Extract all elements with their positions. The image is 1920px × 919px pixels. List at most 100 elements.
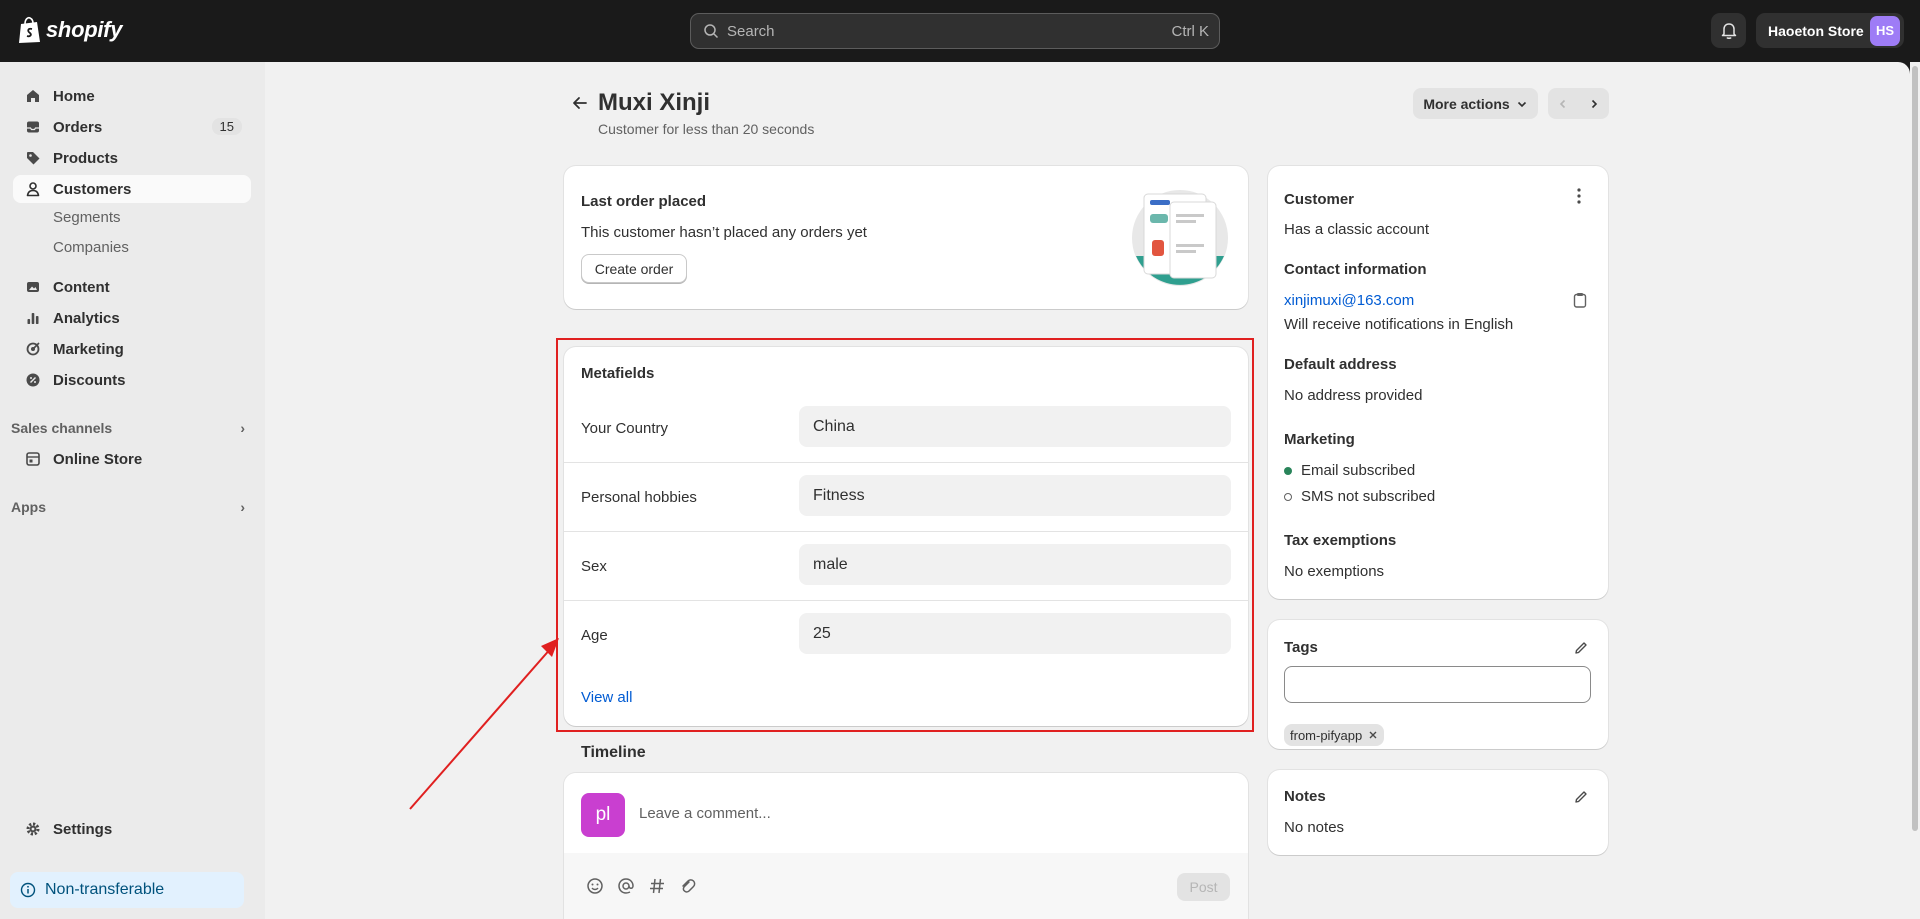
bar-chart-icon [24,309,42,327]
customer-email-link[interactable]: xinjimuxi@163.com [1284,292,1414,309]
inbox-icon [24,118,42,136]
notes-title: Notes [1284,788,1326,805]
more-vertical-icon[interactable] [1576,187,1582,205]
apps-section[interactable]: Apps › [11,499,251,515]
sidebar-item-online-store[interactable]: Online Store [13,445,251,473]
more-actions-label: More actions [1423,95,1510,112]
previous-customer-button[interactable] [1548,88,1579,119]
storefront-icon [24,450,42,468]
sidebar-item-companies[interactable]: Companies [53,239,129,256]
emoji-icon[interactable] [586,877,604,895]
tags-input[interactable] [1284,666,1591,703]
back-arrow-icon[interactable] [570,93,590,113]
customer-pager [1548,88,1609,119]
clipboard-icon[interactable] [1573,292,1587,308]
customer-details-card: Customer Has a classic account Contact i… [1268,166,1608,599]
orders-illustration [1132,190,1228,286]
apps-label: Apps [11,499,46,515]
sidebar-item-label: Orders [53,118,103,136]
discount-icon [24,371,42,389]
account-type: Has a classic account [1284,221,1430,238]
sms-subscription-status: SMS not subscribed [1284,488,1435,505]
sidebar-item-analytics[interactable]: Analytics [13,304,251,332]
notes-card: Notes No notes [1268,770,1608,855]
sidebar-item-label: Settings [53,820,113,838]
sidebar-item-label: Marketing [53,340,124,358]
search-icon [704,24,719,39]
scrollbar-thumb[interactable] [1912,66,1918,831]
store-avatar: HS [1870,15,1900,46]
create-order-button[interactable]: Create order [581,254,687,283]
more-actions-button[interactable]: More actions [1413,88,1538,119]
store-menu-button[interactable]: Haoeton Store HS [1756,13,1904,48]
avatar: pl [581,793,625,837]
tax-exemptions-value: No exemptions [1284,563,1385,580]
sidebar-item-discounts[interactable]: Discounts [13,366,251,394]
sidebar-item-label: Home [53,87,95,105]
store-name: Haoeton Store [1768,22,1864,39]
annotation-highlight-box [556,338,1254,732]
email-status-label: Email subscribed [1301,462,1416,479]
content-icon [24,278,42,296]
email-subscription-status: Email subscribed [1284,462,1415,479]
sidebar-item-segments[interactable]: Segments [53,209,121,226]
chevron-left-icon [1560,99,1566,108]
timeline-title: Timeline [581,744,646,761]
sidebar-item-settings[interactable]: Settings [13,815,251,843]
sidebar: Home Orders 15 Products Customers Segmen… [0,62,265,919]
post-button[interactable]: Post [1177,873,1230,901]
scrollbar[interactable] [1910,62,1920,919]
pencil-icon[interactable] [1573,789,1589,805]
contact-info-title: Contact information [1284,261,1427,278]
chevron-right-icon: › [240,420,245,436]
shopify-bag-icon [19,16,40,43]
tag-chip: from-pifyapp [1284,724,1385,746]
sidebar-item-label: Online Store [53,450,143,468]
last-order-title: Last order placed [581,193,707,210]
gear-icon [24,820,42,838]
top-bar: shopify Search Ctrl K Haoeton Store HS [0,0,1920,62]
sidebar-item-label: Analytics [53,309,120,327]
comment-input[interactable]: Leave a comment... [639,805,771,822]
sidebar-item-customers[interactable]: Customers [13,175,251,203]
remove-tag-icon[interactable] [1368,730,1378,740]
hashtag-icon[interactable] [648,877,666,895]
search-placeholder: Search [727,22,775,40]
non-transferable-banner[interactable]: Non-transferable [10,872,244,908]
sidebar-item-products[interactable]: Products [13,144,251,172]
orders-count-badge: 15 [211,118,242,135]
tag-chip-label: from-pifyapp [1290,727,1363,743]
chevron-right-icon [1591,99,1597,108]
notes-value: No notes [1284,819,1345,836]
shopify-logo[interactable]: shopify [17,15,122,45]
attachment-icon[interactable] [679,877,697,895]
last-order-card: Last order placed This customer hasn’t p… [564,166,1248,309]
marketing-title: Marketing [1284,431,1355,448]
sidebar-item-home[interactable]: Home [13,82,251,110]
sidebar-item-label: Products [53,149,119,167]
pencil-icon[interactable] [1573,640,1589,656]
mention-icon[interactable] [617,877,635,895]
bell-icon [1721,22,1736,39]
info-icon [20,882,36,898]
notifications-button[interactable] [1711,13,1746,48]
sidebar-item-label: Customers [53,180,132,198]
sidebar-item-marketing[interactable]: Marketing [13,335,251,363]
sales-channels-label: Sales channels [11,420,113,436]
subscribed-dot-icon [1284,466,1292,475]
sidebar-item-content[interactable]: Content [13,273,251,301]
sales-channels-section[interactable]: Sales channels › [11,420,251,436]
sidebar-item-orders[interactable]: Orders 15 [13,113,251,141]
sidebar-item-label: Content [53,278,110,296]
sms-status-label: SMS not subscribed [1301,488,1436,505]
target-icon [24,340,42,358]
not-subscribed-dot-icon [1284,492,1292,501]
search-bar[interactable]: Search Ctrl K [690,13,1220,49]
last-order-text: This customer hasn’t placed any orders y… [581,224,867,241]
page-subtitle: Customer for less than 20 seconds [598,121,815,137]
page-title: Muxi Xinji [598,89,711,116]
next-customer-button[interactable] [1579,88,1610,119]
notification-language: Will receive notifications in English [1284,316,1514,333]
brand-name: shopify [46,17,123,42]
person-icon [24,180,42,198]
